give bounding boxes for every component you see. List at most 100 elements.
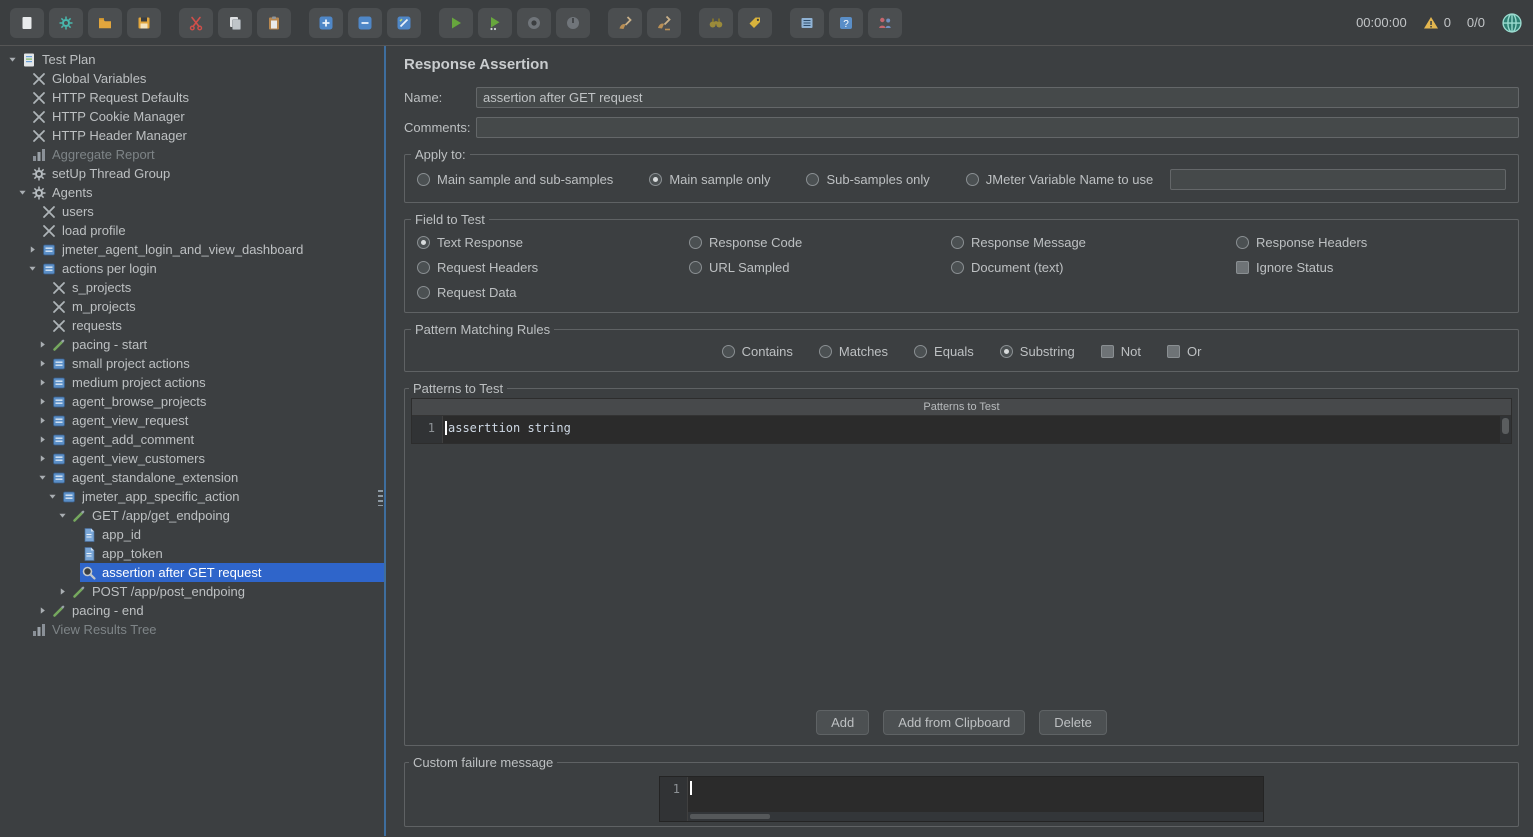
expand-arrow-icon[interactable] (36, 452, 49, 465)
custom-failure-hscrollbar-thumb[interactable] (690, 814, 770, 819)
collapse-arrow-icon[interactable] (46, 490, 59, 503)
field-to-test-option-response-headers[interactable]: Response Headers (1236, 235, 1506, 250)
tree-item-agents[interactable]: Agents (0, 183, 384, 202)
pattern-matching-option-matches[interactable]: Matches (819, 344, 888, 359)
tree-item-medium-project-actions[interactable]: medium project actions (0, 373, 384, 392)
tree-item-s-projects[interactable]: s_projects (0, 278, 384, 297)
add-button[interactable] (309, 8, 343, 38)
tree-item-load-profile[interactable]: load profile (0, 221, 384, 240)
tree-item-pacing-start[interactable]: pacing - start (0, 335, 384, 354)
pattern-matching-option-substring[interactable]: Substring (1000, 344, 1075, 359)
field-to-test-option-request-data[interactable]: Request Data (417, 285, 689, 300)
tree-item-app-token[interactable]: app_token (0, 544, 384, 563)
expand-arrow-icon[interactable] (36, 376, 49, 389)
search-button[interactable] (699, 8, 733, 38)
start-button[interactable] (439, 8, 473, 38)
expand-arrow-icon[interactable] (36, 395, 49, 408)
expand-arrow-icon[interactable] (36, 604, 49, 617)
field-to-test-option-response-message[interactable]: Response Message (951, 235, 1236, 250)
pattern-scrollbar-thumb[interactable] (1502, 418, 1509, 434)
tree-item-users[interactable]: users (0, 202, 384, 221)
field-to-test-option-text-response[interactable]: Text Response (417, 235, 689, 250)
comments-input[interactable] (476, 117, 1519, 138)
save-button[interactable] (127, 8, 161, 38)
clear-button[interactable] (608, 8, 642, 38)
start-no-pauses-button[interactable] (478, 8, 512, 38)
open-file-button[interactable] (88, 8, 122, 38)
search-reset-button[interactable] (738, 8, 772, 38)
help-button[interactable]: ? (829, 8, 863, 38)
stop-button[interactable] (517, 8, 551, 38)
apply-to-option-main-sample-and-sub-samples[interactable]: Main sample and sub-samples (417, 172, 613, 187)
shutdown-button[interactable] (556, 8, 590, 38)
expand-arrow-icon[interactable] (56, 585, 69, 598)
custom-failure-hscrollbar[interactable] (688, 812, 1263, 821)
tree-item-agent-view-request[interactable]: agent_view_request (0, 411, 384, 430)
custom-failure-text-area[interactable] (688, 777, 1263, 821)
new-file-button[interactable] (10, 8, 44, 38)
expand-arrow-icon[interactable] (36, 414, 49, 427)
tree-item-jmeter-agent-login-and-view-dashboard[interactable]: jmeter_agent_login_and_view_dashboard (0, 240, 384, 259)
tree-item-http-cookie-manager[interactable]: HTTP Cookie Manager (0, 107, 384, 126)
field-to-test-option-request-headers[interactable]: Request Headers (417, 260, 689, 275)
copy-button[interactable] (218, 8, 252, 38)
pattern-matching-option-contains[interactable]: Contains (722, 344, 793, 359)
remove-button[interactable] (348, 8, 382, 38)
pattern-matching-option-or[interactable]: Or (1167, 344, 1201, 359)
custom-failure-editor[interactable]: 1 (659, 776, 1264, 822)
tree-item-agent-add-comment[interactable]: agent_add_comment (0, 430, 384, 449)
tree-item-agent-standalone-extension[interactable]: agent_standalone_extension (0, 468, 384, 487)
collapse-arrow-icon[interactable] (16, 186, 29, 199)
field-to-test-option-document-text[interactable]: Document (text) (951, 260, 1236, 275)
apply-to-option-main-sample-only[interactable]: Main sample only (649, 172, 770, 187)
tree-item-setup-thread-group[interactable]: setUp Thread Group (0, 164, 384, 183)
tree-item-app-id[interactable]: app_id (0, 525, 384, 544)
pattern-matching-option-not[interactable]: Not (1101, 344, 1141, 359)
tree-item-agent-browse-projects[interactable]: agent_browse_projects (0, 392, 384, 411)
collapse-arrow-icon[interactable] (56, 509, 69, 522)
field-to-test-option-response-code[interactable]: Response Code (689, 235, 951, 250)
collapse-arrow-icon[interactable] (36, 471, 49, 484)
manage-plugins-button[interactable] (868, 8, 902, 38)
jmeter-variable-input[interactable] (1170, 169, 1506, 190)
tree-item-m-projects[interactable]: m_projects (0, 297, 384, 316)
expand-arrow-icon[interactable] (36, 357, 49, 370)
tree-item-assertion-after-get-request[interactable]: assertion after GET request (0, 563, 384, 582)
tree-item-view-results-tree[interactable]: View Results Tree (0, 620, 384, 639)
apply-to-option-sub-samples-only[interactable]: Sub-samples only (806, 172, 929, 187)
tree-item-post-app-post-endpoing[interactable]: POST /app/post_endpoing (0, 582, 384, 601)
collapse-arrow-icon[interactable] (6, 53, 19, 66)
paste-button[interactable] (257, 8, 291, 38)
tree-item-pacing-end[interactable]: pacing - end (0, 601, 384, 620)
add-from-clipboard-button[interactable]: Add from Clipboard (883, 710, 1025, 735)
expand-arrow-icon[interactable] (36, 433, 49, 446)
toggle-button[interactable] (387, 8, 421, 38)
function-helper-button[interactable] (790, 8, 824, 38)
split-divider-grip[interactable] (378, 490, 383, 506)
field-to-test-option-url-sampled[interactable]: URL Sampled (689, 260, 951, 275)
tree-item-global-variables[interactable]: Global Variables (0, 69, 384, 88)
tree-item-aggregate-report[interactable]: Aggregate Report (0, 145, 384, 164)
tree-item-actions-per-login[interactable]: actions per login (0, 259, 384, 278)
pattern-matching-option-equals[interactable]: Equals (914, 344, 974, 359)
expand-arrow-icon[interactable] (26, 243, 39, 256)
pattern-scrollbar[interactable] (1500, 416, 1511, 443)
cut-button[interactable] (179, 8, 213, 38)
tree-item-test-plan[interactable]: Test Plan (0, 50, 384, 69)
clear-all-button[interactable] (647, 8, 681, 38)
tree-item-jmeter-app-specific-action[interactable]: jmeter_app_specific_action (0, 487, 384, 506)
pattern-text-area[interactable]: asserttion string (443, 416, 1500, 443)
pattern-editor-row[interactable]: 1 asserttion string (412, 416, 1511, 443)
warning-icon[interactable] (1423, 15, 1439, 31)
tree-item-get-app-get-endpoing[interactable]: GET /app/get_endpoing (0, 506, 384, 525)
tree-item-http-request-defaults[interactable]: HTTP Request Defaults (0, 88, 384, 107)
templates-button[interactable] (49, 8, 83, 38)
expand-arrow-icon[interactable] (36, 338, 49, 351)
delete-button[interactable]: Delete (1039, 710, 1107, 735)
tree-item-http-header-manager[interactable]: HTTP Header Manager (0, 126, 384, 145)
tree-item-small-project-actions[interactable]: small project actions (0, 354, 384, 373)
field-to-test-option-ignore-status[interactable]: Ignore Status (1236, 260, 1506, 275)
add-button[interactable]: Add (816, 710, 869, 735)
collapse-arrow-icon[interactable] (26, 262, 39, 275)
tree-item-requests[interactable]: requests (0, 316, 384, 335)
